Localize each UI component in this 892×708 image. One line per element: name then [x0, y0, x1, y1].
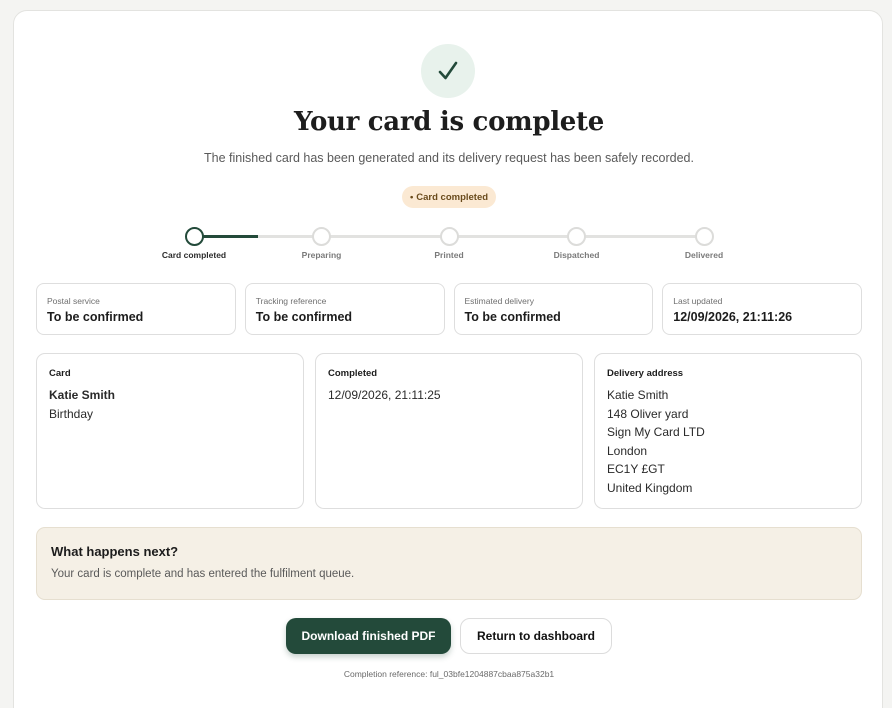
recipient-name: Katie Smith [49, 388, 116, 402]
info-value: To be confirmed [47, 310, 144, 324]
step-node [312, 227, 331, 246]
check-icon [438, 61, 458, 80]
info-value: 12/09/2026, 21:11:26 [673, 310, 793, 324]
progress-step-card-completed: Card completed [139, 227, 249, 260]
step-label: Delivered [684, 250, 724, 260]
next-steps-panel: What happens next? Your card is complete… [36, 527, 862, 600]
step-node [439, 227, 459, 246]
card-occasion: Birthday [49, 406, 94, 421]
delivery-address-label: Delivery address [607, 368, 684, 379]
progress-step-delivered: Delivered [649, 227, 759, 260]
details-row: Card Katie Smith Birthday Completed 12/0… [36, 353, 862, 509]
info-label: Tracking reference [255, 296, 327, 306]
info-postal-service: Postal service To be confirmed [36, 283, 236, 335]
info-last-updated: Last updated 12/09/2026, 21:11:26 [662, 283, 862, 335]
download-pdf-button[interactable]: Download finished PDF [286, 618, 451, 654]
delivery-address: Delivery address Katie Smith 148 Oliver … [594, 353, 862, 509]
card-details-label: Card [49, 368, 71, 379]
progress-step-preparing: Preparing [267, 227, 377, 260]
completed-details: Completed 12/09/2026, 21:11:25 [315, 353, 583, 509]
info-label: Estimated delivery [464, 296, 534, 306]
address-line: United Kingdom [607, 480, 693, 495]
info-estimated-delivery: Estimated delivery To be confirmed [453, 283, 654, 335]
address-line: EC1Y £GT [607, 462, 665, 477]
success-badge [421, 44, 475, 98]
info-label: Postal service [47, 296, 100, 306]
address-line: London [607, 443, 648, 458]
address-line: Katie Smith [607, 388, 669, 402]
completion-reference: Completion reference: ful_03bfe1204887cb… [343, 669, 555, 679]
step-node [184, 227, 204, 246]
address-line: Sign My Card LTD [607, 425, 705, 440]
shipment-info-row: Postal service To be confirmed Tracking … [36, 283, 862, 335]
step-node [694, 227, 714, 246]
step-node [567, 227, 586, 246]
step-label: Dispatched [553, 250, 600, 260]
info-tracking-reference: Tracking reference To be confirmed [244, 283, 445, 335]
step-label: Printed [434, 250, 464, 260]
address-line: 148 Oliver yard [607, 406, 689, 421]
status-badge: • Card completed [402, 186, 496, 208]
return-to-dashboard-button[interactable]: Return to dashboard [460, 618, 612, 654]
step-label: Card completed [161, 250, 227, 260]
status-badge-label: Card completed [416, 191, 489, 203]
status-dot: • [409, 191, 414, 203]
completion-card: Your card is complete The finished card … [13, 10, 883, 708]
card-details: Card Katie Smith Birthday [36, 353, 304, 509]
page-title: Your card is complete [293, 107, 604, 137]
completed-label: Completed [328, 368, 378, 379]
info-value: To be confirmed [255, 310, 353, 324]
step-label: Preparing [301, 250, 342, 260]
completed-timestamp: 12/09/2026, 21:11:25 [328, 388, 441, 402]
progress-step-printed: Printed [394, 227, 504, 260]
next-steps-heading: What happens next? [51, 544, 179, 559]
page-subtitle: The finished card has been generated and… [204, 151, 694, 165]
progress-step-dispatched: Dispatched [522, 227, 632, 260]
info-label: Last updated [673, 296, 723, 306]
next-steps-text: Your card is complete and has entered th… [51, 568, 355, 580]
info-value: To be confirmed [464, 310, 561, 324]
